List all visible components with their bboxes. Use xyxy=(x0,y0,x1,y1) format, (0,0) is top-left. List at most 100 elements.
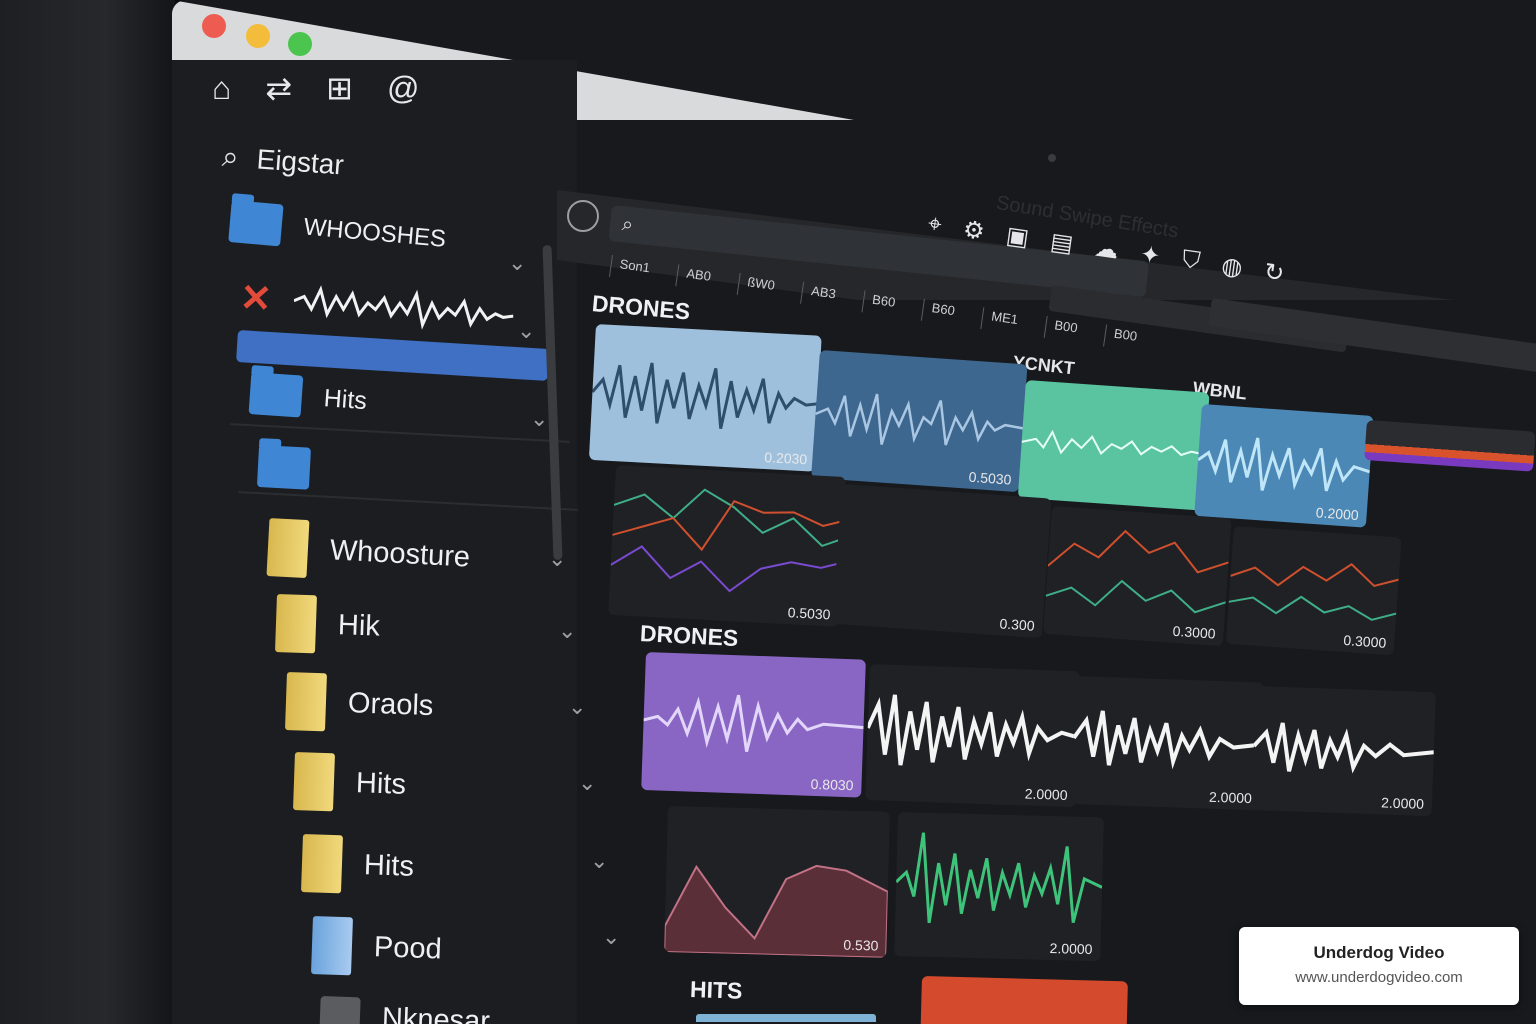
yellow-folder-icon xyxy=(266,518,310,579)
chevron-down-icon[interactable]: ⌄ xyxy=(517,318,535,344)
sidebar-item-label: Pood xyxy=(373,930,443,966)
tile-value: 0.3000 xyxy=(1172,622,1217,642)
sound-tile[interactable]: 0.300 xyxy=(832,484,1052,639)
grid-icon[interactable]: ⊞ xyxy=(326,70,353,106)
sidebar-item-folder[interactable] xyxy=(256,445,333,491)
ruler-label: AB0 xyxy=(675,264,712,291)
ruler-label: B00 xyxy=(1043,316,1079,343)
sidebar-item-label: Nknesar xyxy=(381,1001,491,1024)
sound-tile[interactable]: 2.0000 xyxy=(1071,676,1264,811)
sound-tile[interactable]: 0.3000 xyxy=(1043,506,1232,647)
chevron-down-icon[interactable]: ⌄ xyxy=(568,694,586,720)
sound-tile[interactable] xyxy=(920,976,1128,1024)
tile-value: 0.530 xyxy=(843,936,879,954)
app-window: ⌂ ⇄ ⊞ @ ⌕ Eigstar WHOOSHES ⌄ ✕ ⌄ Hits ⌄ … xyxy=(172,0,1536,1024)
at-icon[interactable]: @ xyxy=(387,70,419,106)
sidebar-item-pood[interactable]: Pood xyxy=(310,916,443,978)
area-graph xyxy=(664,864,889,958)
record-button[interactable] xyxy=(567,200,599,232)
clipboard-icon[interactable]: ▤ xyxy=(1048,227,1075,259)
ruler-label: B60 xyxy=(920,298,956,326)
webcam xyxy=(1048,154,1056,162)
sound-tile[interactable] xyxy=(1017,380,1210,511)
sound-tile[interactable]: 2.0000 xyxy=(1251,686,1436,817)
sound-tile[interactable]: 2.0000 xyxy=(865,664,1080,808)
ruler-label: ßW0 xyxy=(736,272,776,300)
watermark-badge: Underdog Video www.underdogvideo.com xyxy=(1239,927,1519,1005)
waveform xyxy=(895,832,1103,924)
yellow-folder-icon xyxy=(292,752,335,812)
gear-icon[interactable]: ⚙ xyxy=(961,215,986,247)
sidebar-item-label: WHOOSHES xyxy=(302,213,448,253)
tile-value: 2.0000 xyxy=(1380,794,1425,812)
line-graph xyxy=(610,488,844,593)
sidebar-item-hits[interactable]: Hits xyxy=(248,372,369,422)
star-icon[interactable]: ✦ xyxy=(1138,240,1162,272)
tile-value: 0.8030 xyxy=(810,775,854,794)
shield-icon[interactable]: ⛉ xyxy=(1180,246,1202,277)
chevron-down-icon[interactable]: ⌄ xyxy=(578,770,596,796)
sound-tile[interactable]: 0.5030 xyxy=(811,350,1028,493)
sound-tile[interactable]: 2.0000 xyxy=(894,812,1104,962)
gray-folder-icon xyxy=(319,996,361,1024)
sound-tile[interactable]: 0.5030 xyxy=(608,465,846,627)
badge-url: www.underdogvideo.com xyxy=(1295,969,1463,986)
tile-value: 2.0000 xyxy=(1049,940,1093,958)
tile-value: 0.5030 xyxy=(787,604,831,623)
sound-tile[interactable]: 0.3000 xyxy=(1225,526,1402,656)
tile-value: 2.0000 xyxy=(1024,785,1068,803)
folder-icon xyxy=(228,200,284,247)
section-title: DRONES xyxy=(639,620,739,652)
tile-value: 0.5030 xyxy=(968,468,1012,488)
tile-value: 0.3000 xyxy=(1342,631,1387,651)
sidebar-item-label: Hik xyxy=(337,608,381,643)
tile-value: 0.300 xyxy=(999,615,1036,634)
tile-value: 0.2030 xyxy=(764,449,808,468)
chevron-down-icon[interactable]: ⌄ xyxy=(558,618,576,644)
logo-icon: ✕ xyxy=(238,276,274,321)
monitor-icon[interactable]: ▣ xyxy=(1004,221,1031,253)
sidebar-item-oraols[interactable]: Oraols xyxy=(284,672,434,735)
ruler-label: B60 xyxy=(861,290,897,317)
ruler-label: AB3 xyxy=(800,281,837,309)
chevron-down-icon[interactable]: ⌄ xyxy=(530,406,548,432)
sidebar-toolbar: ⌂ ⇄ ⊞ @ xyxy=(212,70,419,106)
ruler-label: ME1 xyxy=(980,307,1020,334)
sidebar-item-hik[interactable]: Hik xyxy=(274,594,381,656)
cloud-icon[interactable]: ☁ xyxy=(1093,233,1121,265)
sound-tile[interactable]: 0.2000 xyxy=(1194,404,1374,528)
monitor-bezel xyxy=(0,0,175,1024)
chevron-down-icon[interactable]: ⌄ xyxy=(508,250,526,276)
waveform xyxy=(1021,429,1206,457)
ruler-label: Son1 xyxy=(608,255,651,283)
sidebar-item-label: Hits xyxy=(363,848,415,883)
folder-clock-icon xyxy=(248,372,304,418)
ruler-label: B00 xyxy=(1103,324,1139,351)
tile-tab xyxy=(696,1014,876,1022)
sidebar-item-label: Hits xyxy=(322,383,368,415)
sidebar-item-hits-2[interactable]: Hits xyxy=(292,752,407,814)
sound-tile-partial[interactable] xyxy=(1364,420,1536,472)
minimize-button[interactable] xyxy=(246,24,270,48)
sound-tile[interactable]: 0.8030 xyxy=(641,652,866,798)
sound-tile[interactable]: 0.2030 xyxy=(588,324,822,472)
sidebar-item-whoosture[interactable]: Whoosture xyxy=(266,518,471,587)
sidebar-item-hits-3[interactable]: Hits xyxy=(300,834,415,896)
zoom-button[interactable] xyxy=(288,32,312,56)
sidebar-item-label: Oraols xyxy=(347,686,434,722)
section-title: HITS xyxy=(689,976,743,1004)
badge-title: Underdog Video xyxy=(1313,943,1445,962)
globe-icon[interactable]: ◍ xyxy=(1220,251,1245,283)
transfer-icon[interactable]: ⇄ xyxy=(265,70,292,106)
chevron-down-icon[interactable]: ⌄ xyxy=(602,924,620,950)
tile-value: 2.0000 xyxy=(1208,788,1253,807)
tile-value: 0.2000 xyxy=(1315,504,1360,524)
sidebar-item-nknesar[interactable]: Nknesar xyxy=(319,996,490,1024)
close-button[interactable] xyxy=(202,14,226,38)
scan-icon[interactable]: ⌖ xyxy=(926,210,943,241)
sound-tile[interactable]: 0.530 xyxy=(664,806,890,958)
search-icon: ⌕ xyxy=(620,213,635,237)
home-icon[interactable]: ⌂ xyxy=(212,70,231,106)
refresh-icon[interactable]: ↻ xyxy=(1262,257,1286,289)
chevron-down-icon[interactable]: ⌄ xyxy=(590,848,608,874)
